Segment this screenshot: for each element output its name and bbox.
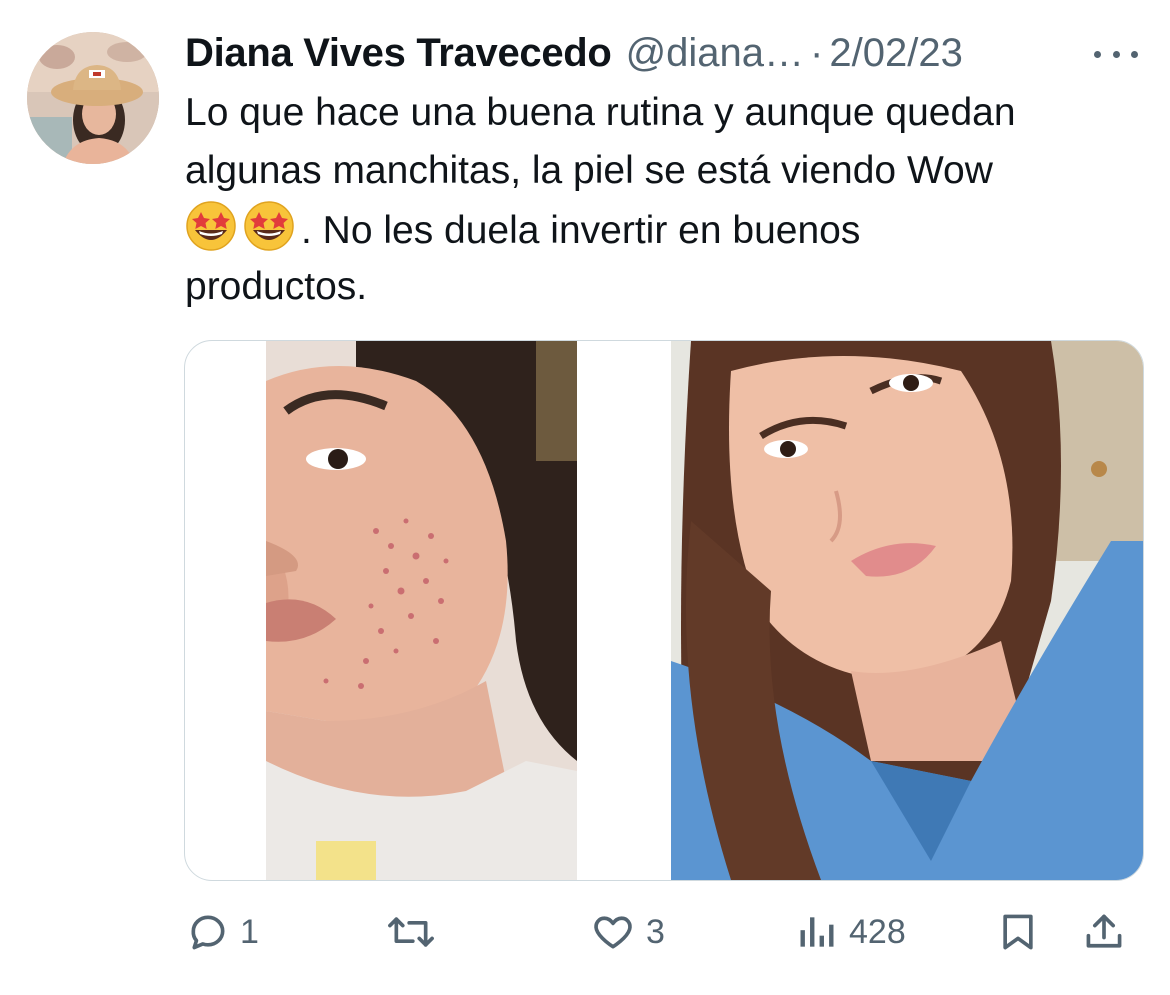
views-count: 428 xyxy=(849,912,906,951)
media-grid xyxy=(184,340,1144,881)
views-icon xyxy=(800,917,834,947)
star-struck-emoji xyxy=(243,200,295,252)
bookmark-button[interactable] xyxy=(996,900,1040,964)
after-photo[interactable] xyxy=(671,341,1143,880)
more-horizontal-icon[interactable] xyxy=(1094,40,1138,68)
avatar[interactable] xyxy=(27,32,159,164)
user-handle[interactable]: @diana… xyxy=(626,28,804,78)
tweet-text-fragment: . No les duela invertir en buenos xyxy=(301,209,861,252)
heart-icon xyxy=(594,916,632,949)
separator-dot: · xyxy=(810,31,824,75)
display-name[interactable]: Diana Vives Travecedo xyxy=(185,28,612,78)
like-count: 3 xyxy=(646,912,665,951)
share-button[interactable] xyxy=(1082,900,1126,964)
before-photo[interactable] xyxy=(266,341,577,880)
reply-count: 1 xyxy=(240,912,259,951)
tweet-text-line: . No les duela invertir en buenos xyxy=(185,200,1145,258)
tweet-date[interactable]: 2/02/23 xyxy=(829,28,962,78)
reply-button[interactable]: 1 xyxy=(186,900,259,964)
tweet: Diana Vives Travecedo @diana… · 2/02/23 … xyxy=(0,0,1170,995)
tweet-text-line: algunas manchitas, la piel se está viend… xyxy=(185,149,993,192)
tweet-text-line: Lo que hace una buena rutina y aunque qu… xyxy=(185,91,1016,134)
tweet-header: Diana Vives Travecedo @diana… · 2/02/23 xyxy=(185,28,1145,78)
like-button[interactable]: 3 xyxy=(590,900,665,964)
share-icon xyxy=(1086,914,1122,948)
star-struck-emoji xyxy=(185,200,237,252)
tweet-text: Lo que hace una buena rutina y aunque qu… xyxy=(185,84,1145,316)
views-button[interactable]: 428 xyxy=(795,900,906,964)
bookmark-icon xyxy=(1003,914,1033,950)
reply-icon xyxy=(191,915,225,950)
retweet-icon xyxy=(388,917,434,947)
avatar-image xyxy=(27,32,159,164)
action-bar: 1 3 428 xyxy=(0,900,1170,964)
tweet-text-line: productos. xyxy=(185,265,368,308)
retweet-button[interactable] xyxy=(385,900,447,964)
